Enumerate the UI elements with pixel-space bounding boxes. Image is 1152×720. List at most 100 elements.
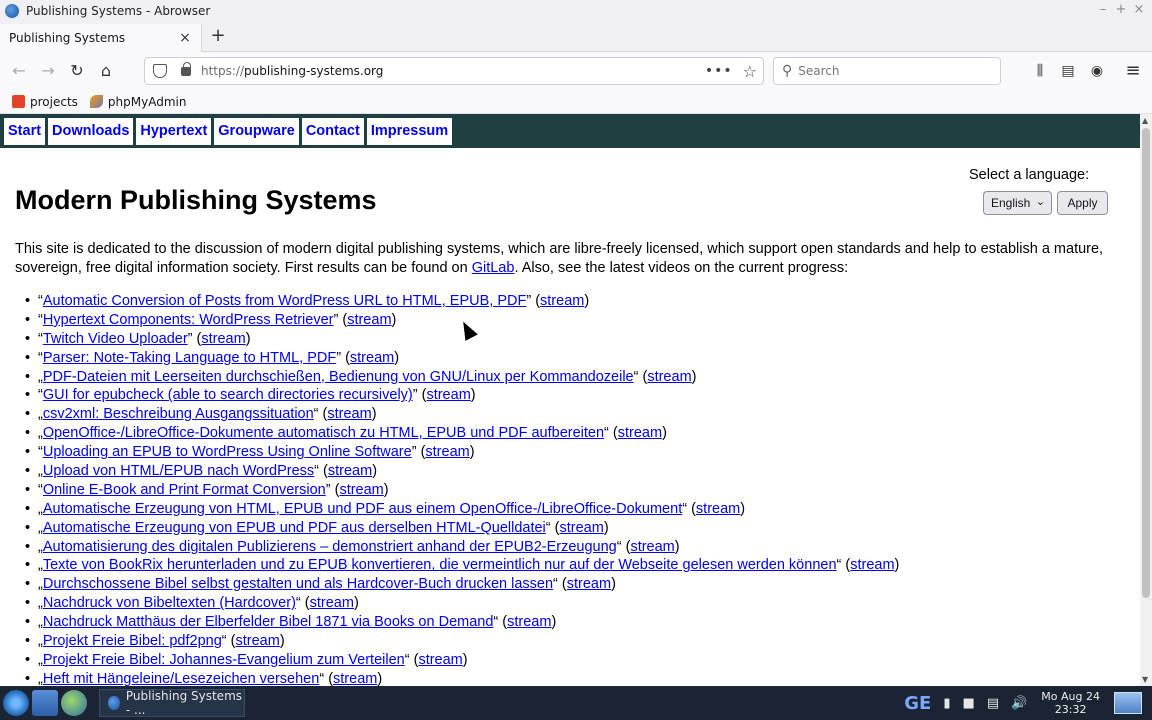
network-icon[interactable]: ▤ bbox=[987, 696, 999, 711]
show-desktop-icon[interactable] bbox=[1114, 692, 1142, 714]
bookmark-phpmyadmin[interactable]: phpMyAdmin bbox=[89, 95, 186, 109]
page-scrollbar[interactable]: ▲ ▼ bbox=[1140, 114, 1152, 686]
file-manager-icon[interactable] bbox=[32, 690, 58, 716]
stream-link[interactable]: stream bbox=[507, 614, 551, 630]
stream-link[interactable]: stream bbox=[328, 463, 372, 479]
video-title-link[interactable]: Upload von HTML/EPUB nach WordPress bbox=[43, 463, 314, 479]
close-tab-icon[interactable]: × bbox=[177, 30, 193, 46]
search-icon: ⚲ bbox=[782, 63, 793, 79]
bookmark-star-icon[interactable]: ☆ bbox=[743, 62, 757, 81]
forward-button[interactable]: → bbox=[37, 60, 59, 82]
nav-link-hypertext[interactable]: Hypertext bbox=[136, 117, 212, 145]
url-text[interactable]: https://publishing-systems.org bbox=[201, 64, 705, 78]
stream-link[interactable]: stream bbox=[559, 520, 603, 536]
language-select[interactable]: English ⌄ bbox=[983, 191, 1052, 215]
stream-paren-close: ) bbox=[394, 349, 400, 366]
stream-link[interactable]: stream bbox=[333, 671, 377, 686]
video-title-link[interactable]: Parser: Note-Taking Language to HTML, PD… bbox=[43, 350, 336, 366]
video-title-link[interactable]: OpenOffice-/LibreOffice-Dokumente automa… bbox=[43, 425, 604, 441]
taskbar-window-title: Publishing Systems - ... bbox=[125, 689, 243, 717]
stream-link[interactable]: stream bbox=[418, 652, 462, 668]
page-actions-icon[interactable]: ••• bbox=[705, 63, 733, 79]
stream-link[interactable]: stream bbox=[201, 331, 245, 347]
web-browser-launcher-icon[interactable] bbox=[61, 690, 87, 716]
video-title-link[interactable]: Automatische Erzeugung von EPUB und PDF … bbox=[43, 520, 546, 536]
stream-link[interactable]: stream bbox=[567, 576, 611, 592]
bookmark-projects[interactable]: projects bbox=[12, 95, 78, 109]
video-list-item: „Automatische Erzeugung von HTML, EPUB u… bbox=[25, 500, 899, 519]
video-title-link[interactable]: Automatic Conversion of Posts from WordP… bbox=[43, 293, 526, 309]
stream-link[interactable]: stream bbox=[618, 425, 662, 441]
minimize-button[interactable]: – bbox=[1094, 2, 1112, 17]
keyboard-layout-indicator[interactable]: GE bbox=[904, 693, 931, 714]
video-title-link[interactable]: csv2xml: Beschreibung Ausgangssituation bbox=[43, 406, 314, 422]
notification-icon[interactable]: ■ bbox=[963, 696, 975, 711]
video-title-link[interactable]: Twitch Video Uploader bbox=[43, 331, 188, 347]
sidebar-icon[interactable]: ▤ bbox=[1057, 60, 1079, 82]
video-title-link[interactable]: Hypertext Components: WordPress Retrieve… bbox=[43, 312, 334, 328]
tab-publishing-systems[interactable]: Publishing Systems × bbox=[0, 24, 202, 52]
video-title-link[interactable]: Uploading an EPUB to WordPress Using Onl… bbox=[43, 444, 412, 460]
video-title-link[interactable]: GUI for epubcheck (able to search direct… bbox=[43, 387, 413, 403]
nav-link-downloads[interactable]: Downloads bbox=[48, 117, 134, 145]
video-title-link[interactable]: Nachdruck Matthäus der Elberfelder Bibel… bbox=[43, 614, 494, 630]
apply-language-button[interactable]: Apply bbox=[1057, 191, 1108, 215]
menu-icon[interactable]: ≡ bbox=[1122, 60, 1144, 82]
nav-link-contact[interactable]: Contact bbox=[301, 117, 364, 145]
video-title-link[interactable]: Automatische Erzeugung von HTML, EPUB un… bbox=[43, 501, 682, 517]
stream-link[interactable]: stream bbox=[540, 293, 584, 309]
stream-link[interactable]: stream bbox=[327, 406, 371, 422]
video-list-item: „Nachdruck von Bibeltexten (Hardcover)“ … bbox=[25, 594, 899, 613]
taskbar-window-button[interactable]: Publishing Systems - ... bbox=[99, 689, 245, 717]
video-title-link[interactable]: Online E-Book and Print Format Conversio… bbox=[43, 482, 326, 498]
url-bar[interactable]: https://publishing-systems.org ••• ☆ bbox=[144, 57, 764, 85]
stream-link[interactable]: stream bbox=[235, 633, 279, 649]
account-icon[interactable]: ◉ bbox=[1086, 60, 1108, 82]
stream-link[interactable]: stream bbox=[630, 539, 674, 555]
library-icon[interactable]: ⫼ bbox=[1029, 60, 1051, 82]
close-window-button[interactable]: × bbox=[1130, 2, 1148, 17]
stream-paren-close: ) bbox=[469, 444, 475, 461]
video-title-link[interactable]: Texte von BookRix herunterladen und zu E… bbox=[43, 557, 837, 573]
back-button[interactable]: ← bbox=[8, 60, 30, 82]
stream-paren-close: ) bbox=[353, 595, 359, 612]
nav-link-groupware[interactable]: Groupware bbox=[214, 117, 299, 145]
stream-link[interactable]: stream bbox=[310, 595, 354, 611]
battery-icon[interactable]: ▮ bbox=[943, 696, 950, 711]
tracking-protection-shield-icon[interactable] bbox=[153, 64, 167, 78]
video-list-item: „Automatisierung des digitalen Publizier… bbox=[25, 538, 899, 557]
scroll-up-arrow-icon[interactable]: ▲ bbox=[1142, 116, 1148, 125]
stream-link[interactable]: stream bbox=[350, 350, 394, 366]
maximize-button[interactable]: + bbox=[1112, 2, 1130, 17]
video-title-link[interactable]: Nachdruck von Bibeltexten (Hardcover) bbox=[43, 595, 296, 611]
bookmarks-toolbar: projects phpMyAdmin bbox=[0, 90, 1152, 114]
volume-icon[interactable]: 🔊 bbox=[1011, 696, 1027, 711]
video-title-link[interactable]: PDF-Dateien mit Leerseiten durchschießen… bbox=[43, 369, 634, 385]
video-title-link[interactable]: Heft mit Hängeleine/Lesezeichen versehen bbox=[43, 671, 319, 686]
stream-link[interactable]: stream bbox=[426, 387, 470, 403]
start-menu-icon[interactable] bbox=[3, 690, 29, 716]
search-bar[interactable]: ⚲ bbox=[773, 57, 1001, 85]
new-tab-button[interactable]: + bbox=[208, 26, 228, 46]
gitlab-link[interactable]: GitLab bbox=[472, 260, 515, 276]
lock-icon[interactable] bbox=[181, 61, 191, 76]
search-input[interactable] bbox=[798, 64, 979, 78]
video-title-link[interactable]: Projekt Freie Bibel: pdf2png bbox=[43, 633, 222, 649]
stream-paren-open: ( bbox=[498, 614, 508, 631]
video-title-link[interactable]: Projekt Freie Bibel: Johannes-Evangelium… bbox=[43, 652, 405, 668]
nav-link-impressum[interactable]: Impressum bbox=[366, 117, 453, 145]
stream-link[interactable]: stream bbox=[696, 501, 740, 517]
scrollbar-thumb[interactable] bbox=[1142, 128, 1150, 598]
stream-link[interactable]: stream bbox=[647, 369, 691, 385]
scroll-down-arrow-icon[interactable]: ▼ bbox=[1142, 675, 1148, 684]
stream-link[interactable]: stream bbox=[339, 482, 383, 498]
nav-link-start[interactable]: Start bbox=[4, 117, 46, 145]
home-button[interactable]: ⌂ bbox=[95, 60, 117, 82]
clock[interactable]: Mo Aug 24 23:32 bbox=[1041, 690, 1100, 716]
stream-link[interactable]: stream bbox=[850, 557, 894, 573]
stream-link[interactable]: stream bbox=[347, 312, 391, 328]
stream-link[interactable]: stream bbox=[425, 444, 469, 460]
reload-button[interactable]: ↻ bbox=[66, 60, 88, 82]
video-title-link[interactable]: Automatisierung des digitalen Publiziere… bbox=[43, 539, 617, 555]
video-title-link[interactable]: Durchschossene Bibel selbst gestalten un… bbox=[43, 576, 553, 592]
